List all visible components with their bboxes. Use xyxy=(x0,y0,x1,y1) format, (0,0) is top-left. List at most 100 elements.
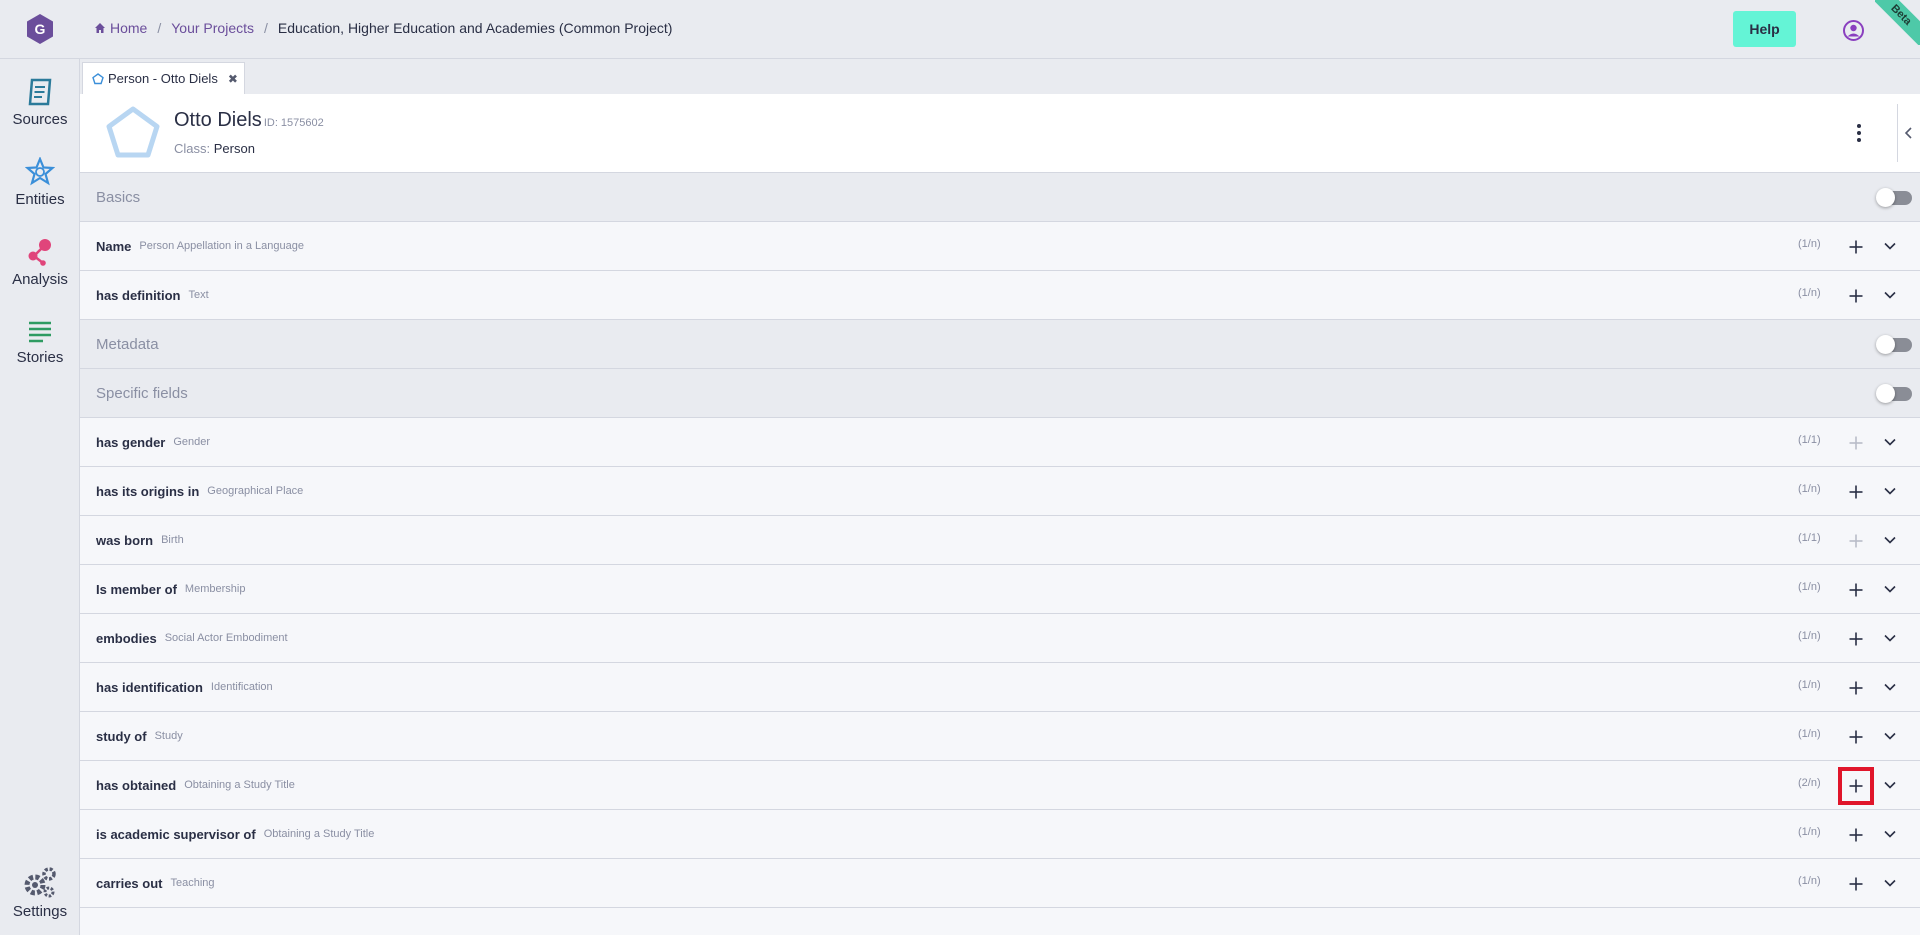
sidebar-item-label: Stories xyxy=(16,349,64,366)
section-label: Metadata xyxy=(96,335,159,353)
plus-icon xyxy=(1849,436,1863,450)
field-type: Obtaining a Study Title xyxy=(263,828,375,840)
section-header: Specific fields xyxy=(80,369,1920,418)
section-toggle[interactable] xyxy=(1876,188,1912,207)
chevron-down-icon[interactable] xyxy=(1882,826,1898,842)
chevron-down-icon[interactable] xyxy=(1882,483,1898,499)
sidebar-item-sources[interactable]: Sources xyxy=(0,77,80,128)
stories-icon xyxy=(29,321,51,343)
field-row: was born Birth (1/1) xyxy=(80,516,1920,565)
chevron-down-icon[interactable] xyxy=(1882,777,1898,793)
tab-person-otto-diels[interactable]: Person - Otto Diels ✖ xyxy=(82,62,245,94)
collapse-panel-button[interactable] xyxy=(1897,104,1920,162)
add-value-button[interactable] xyxy=(1844,627,1868,651)
field-label: has obtained xyxy=(96,777,177,793)
sidebar-item-label: Sources xyxy=(12,111,68,128)
entities-icon xyxy=(25,157,55,186)
plus-icon xyxy=(1849,534,1863,548)
field-quantity: (1/n) xyxy=(1798,581,1821,593)
person-pentagon-icon xyxy=(92,72,104,84)
add-value-button[interactable] xyxy=(1844,480,1868,504)
field-type: Social Actor Embodiment xyxy=(164,632,288,644)
tab-close-icon[interactable]: ✖ xyxy=(228,72,238,86)
add-value-button[interactable] xyxy=(1844,725,1868,749)
breadcrumb-separator: / xyxy=(157,20,162,36)
add-value-button[interactable] xyxy=(1844,676,1868,700)
breadcrumb-separator: / xyxy=(264,20,268,36)
entity-name: Otto Diels xyxy=(174,109,262,131)
sidebar-item-label: Settings xyxy=(12,903,68,920)
add-value-button[interactable] xyxy=(1844,872,1868,896)
sidebar-item-stories[interactable]: Stories xyxy=(0,319,80,366)
field-row: is academic supervisor of Obtaining a Stu… xyxy=(80,810,1920,859)
add-value-button[interactable] xyxy=(1844,823,1868,847)
chevron-down-icon[interactable] xyxy=(1882,287,1898,303)
section-toggle[interactable] xyxy=(1876,384,1912,403)
plus-icon xyxy=(1849,681,1863,695)
toggle-knob xyxy=(1876,188,1895,207)
sidebar-item-label: Analysis xyxy=(12,271,68,288)
field-row: has gender Gender (1/1) xyxy=(80,418,1920,467)
field-type: Membership xyxy=(184,583,246,595)
field-label: is academic supervisor of xyxy=(96,826,256,842)
field-quantity: (1/n) xyxy=(1798,287,1821,299)
plus-icon xyxy=(1849,828,1863,842)
add-value-button[interactable] xyxy=(1844,529,1868,553)
plus-icon xyxy=(1849,779,1863,793)
field-row: has obtained Obtaining a Study Title (2/n) xyxy=(80,761,1920,810)
field-label: has gender xyxy=(96,434,166,450)
field-type: Text xyxy=(188,289,209,301)
beta-ribbon: Beta xyxy=(1875,0,1920,45)
plus-icon xyxy=(1849,632,1863,646)
entity-detail-panel: Otto Diels ID: 1575602 Class: Person Basi… xyxy=(80,94,1920,935)
field-row: Is member of Membership (1/n) xyxy=(80,565,1920,614)
breadcrumb-home[interactable]: Home xyxy=(94,20,147,36)
chevron-down-icon[interactable] xyxy=(1882,679,1898,695)
field-label: Name xyxy=(96,238,132,254)
plus-icon xyxy=(1849,877,1863,891)
home-icon xyxy=(95,23,105,33)
field-label: has identification xyxy=(96,679,203,695)
section-toggle[interactable] xyxy=(1876,335,1912,354)
field-label: embodies xyxy=(96,630,157,646)
field-type: Gender xyxy=(173,436,211,448)
settings-icon xyxy=(24,867,56,898)
field-type: Identification xyxy=(210,681,273,693)
section-header: Basics xyxy=(80,173,1920,222)
field-quantity: (1/n) xyxy=(1798,826,1821,838)
field-quantity: (1/n) xyxy=(1798,630,1821,642)
help-button[interactable]: Help xyxy=(1733,11,1796,47)
breadcrumb-home-label: Home xyxy=(110,20,148,36)
geovistory-logo-icon[interactable]: G xyxy=(24,13,56,45)
field-label: has its origins in xyxy=(96,483,200,499)
add-value-button[interactable] xyxy=(1838,767,1874,805)
field-row: has identification Identification (1/n) xyxy=(80,663,1920,712)
add-value-button[interactable] xyxy=(1844,578,1868,602)
field-type: Obtaining a Study Title xyxy=(184,779,295,791)
user-account-icon[interactable] xyxy=(1843,20,1864,41)
breadcrumb-your-projects[interactable]: Your Projects xyxy=(171,20,254,36)
chevron-down-icon[interactable] xyxy=(1882,581,1898,597)
add-value-button[interactable] xyxy=(1844,235,1868,259)
field-quantity: (1/n) xyxy=(1798,483,1821,495)
field-row: carries out Teaching (1/n) xyxy=(80,859,1920,908)
add-value-button[interactable] xyxy=(1844,431,1868,455)
more-options-icon[interactable] xyxy=(1853,121,1865,145)
sidebar-item-settings[interactable]: Settings xyxy=(0,865,80,920)
sidebar-item-entities[interactable]: Entities xyxy=(0,157,80,208)
chevron-down-icon[interactable] xyxy=(1882,238,1898,254)
section-label: Specific fields xyxy=(96,384,188,402)
chevron-down-icon[interactable] xyxy=(1882,532,1898,548)
entity-class-value: Person xyxy=(213,141,255,156)
sidebar-item-analysis[interactable]: Analysis xyxy=(0,237,80,288)
chevron-down-icon[interactable] xyxy=(1882,875,1898,891)
field-type: Person Appellation in a Language xyxy=(139,240,304,252)
chevron-down-icon[interactable] xyxy=(1882,728,1898,744)
section-label: Basics xyxy=(96,188,141,206)
svg-text:G: G xyxy=(35,21,46,37)
chevron-down-icon[interactable] xyxy=(1882,630,1898,646)
plus-icon xyxy=(1849,289,1863,303)
field-quantity: (1/1) xyxy=(1798,434,1821,446)
add-value-button[interactable] xyxy=(1844,284,1868,308)
chevron-down-icon[interactable] xyxy=(1882,434,1898,450)
